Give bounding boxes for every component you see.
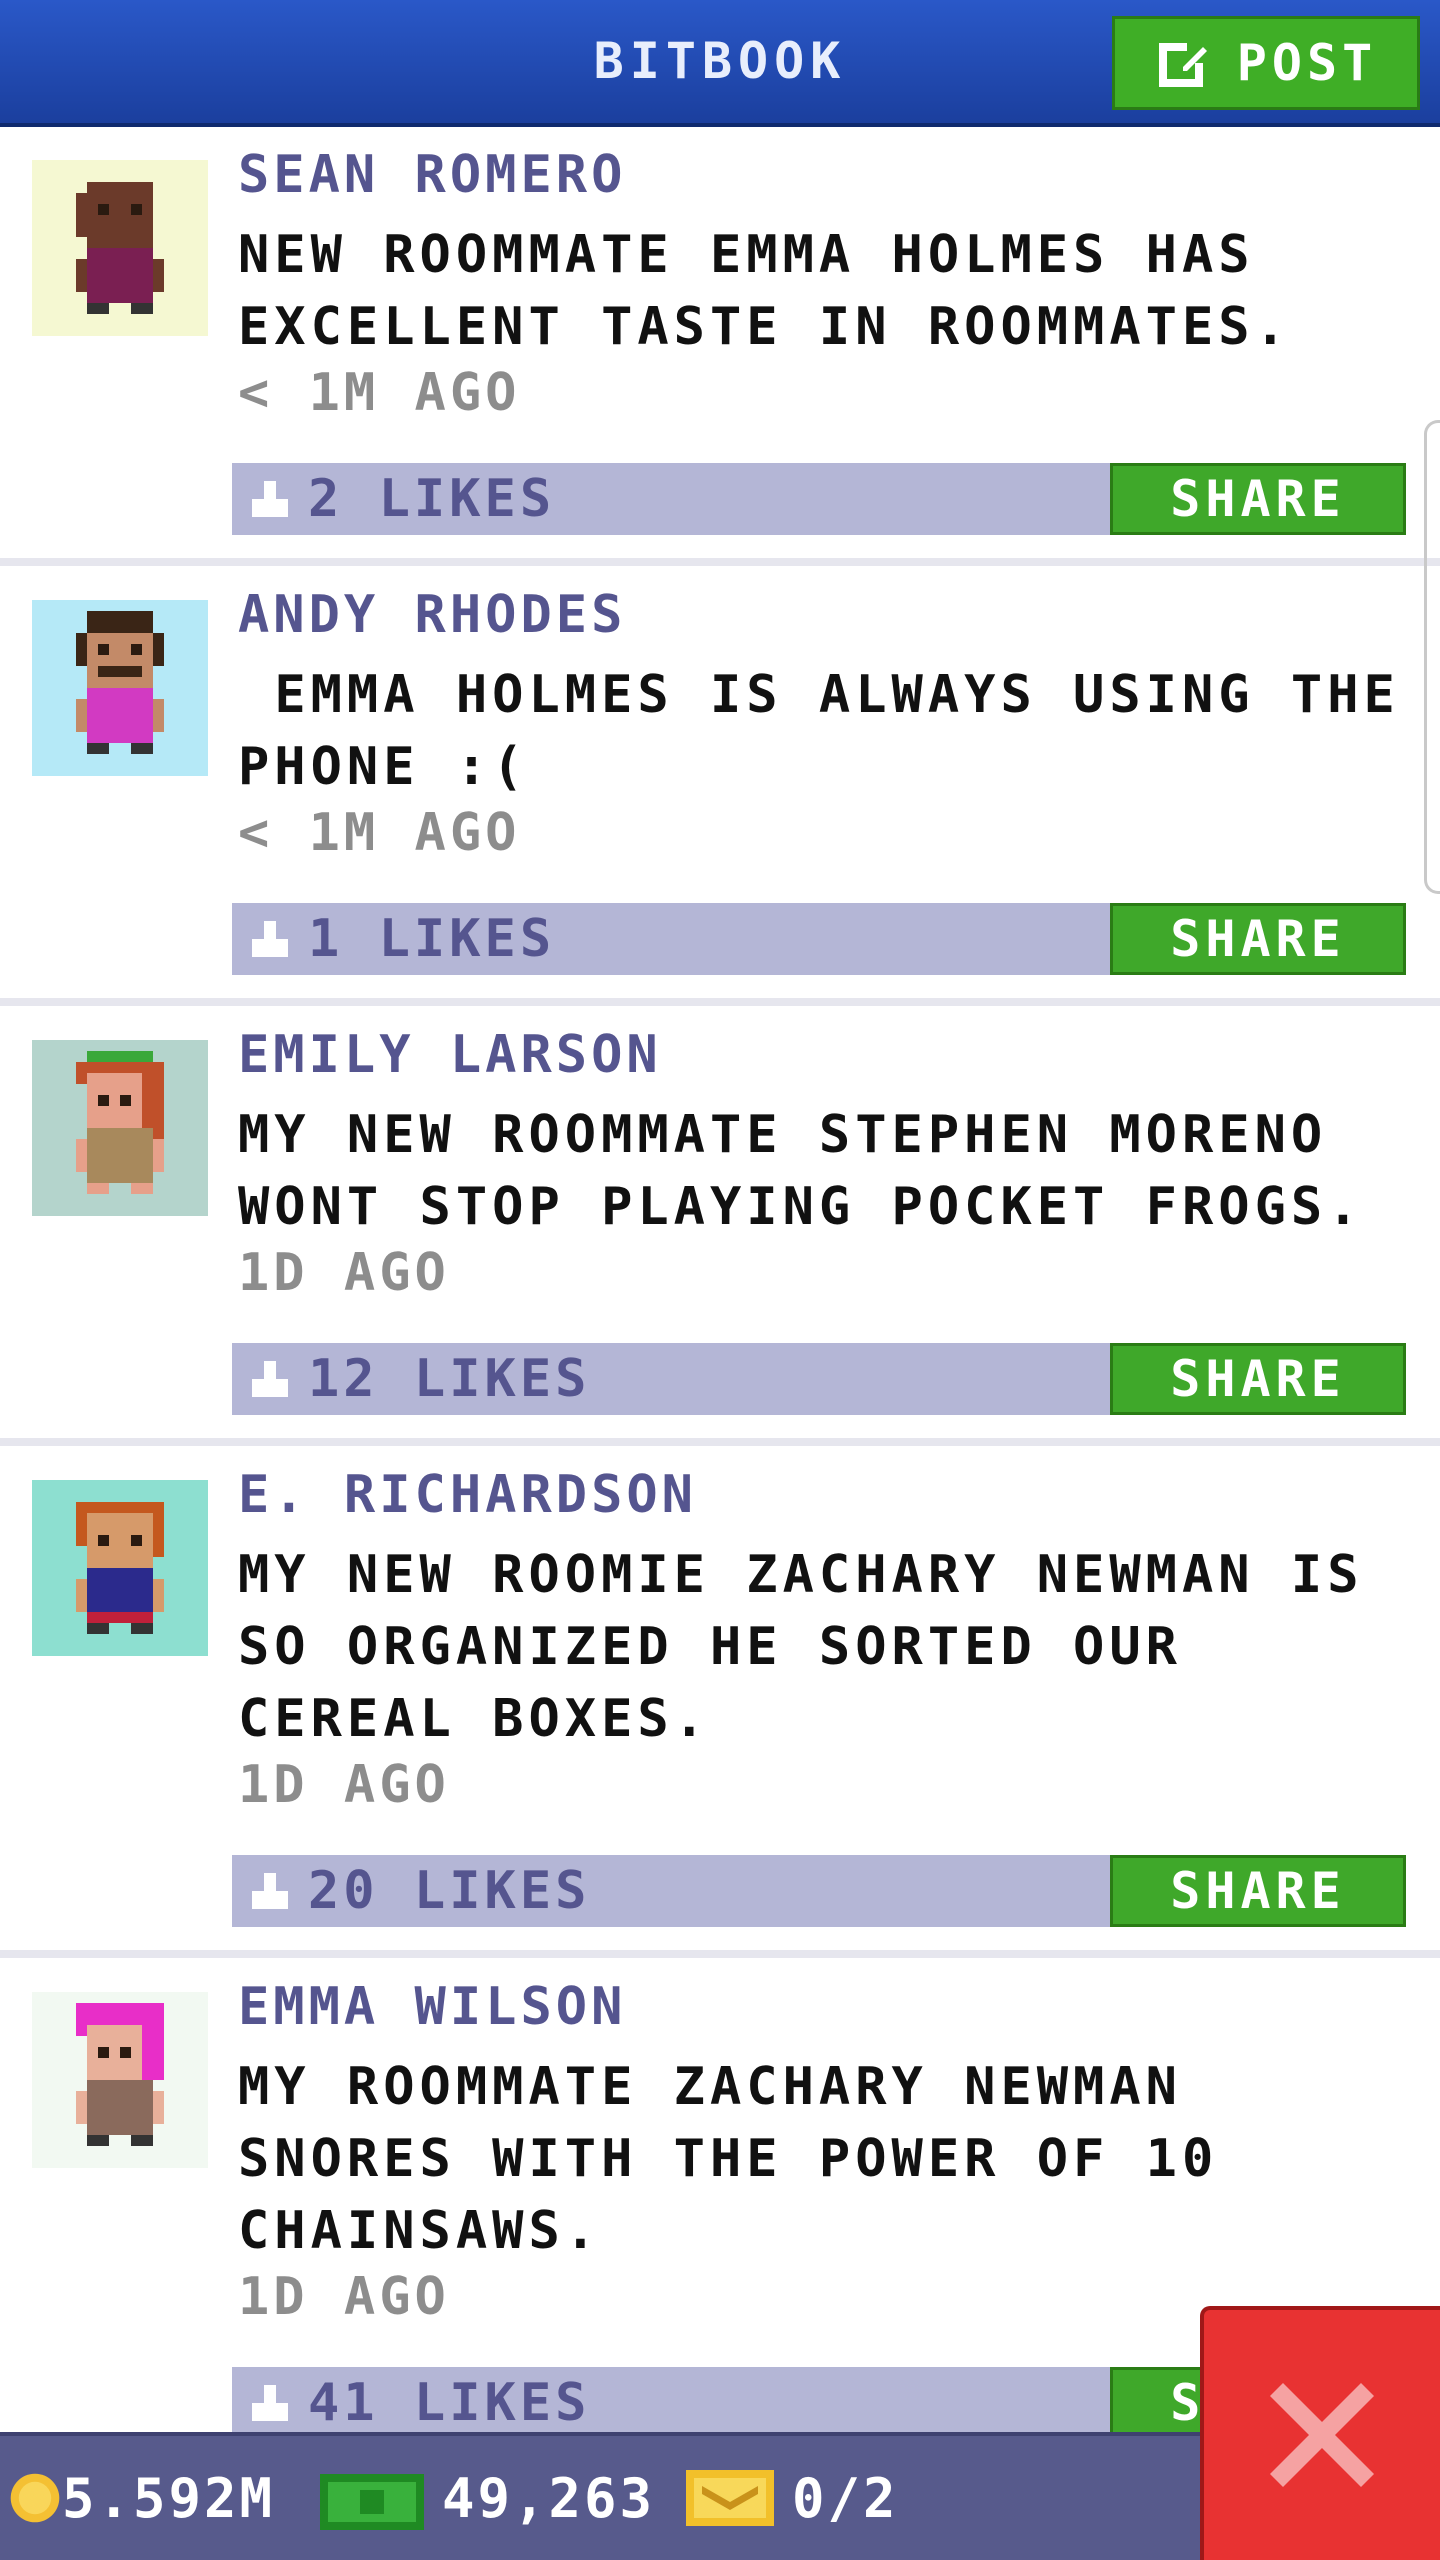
edit-icon: [1158, 43, 1207, 87]
share-button[interactable]: SHARE: [1110, 1343, 1406, 1415]
avatar-e-richardson: [32, 1480, 208, 1656]
likes-bar[interactable]: 2 LIKES SHARE: [232, 463, 1406, 535]
avatar-sean-romero: [32, 160, 208, 336]
avatar[interactable]: [32, 1040, 208, 1216]
post-author[interactable]: ANDY RHODES: [238, 585, 626, 645]
likes-count: 41 LIKES: [308, 2373, 591, 2433]
avatar[interactable]: [32, 600, 208, 776]
coins-counter: 5.592M: [8, 2436, 275, 2560]
tickets-value: 0/2: [792, 2466, 899, 2530]
thumbs-up-icon: [252, 481, 288, 517]
post-divider: [0, 558, 1440, 566]
post-author[interactable]: SEAN ROMERO: [238, 145, 626, 205]
thumbs-up-icon: [252, 921, 288, 957]
thumbs-up-icon: [252, 1361, 288, 1397]
ticket-icon: [686, 2470, 774, 2526]
post-time: < 1M AGO: [238, 363, 521, 423]
likes-bar[interactable]: 20 LIKES SHARE: [232, 1855, 1406, 1927]
post-author[interactable]: EMMA WILSON: [238, 1977, 626, 2037]
share-button[interactable]: SHARE: [1110, 1855, 1406, 1927]
header: BITBOOK POST: [0, 0, 1440, 127]
close-icon: [1270, 2383, 1374, 2487]
tickets-counter: 0/2: [686, 2436, 899, 2560]
likes-count: 20 LIKES: [308, 1861, 591, 1921]
close-button[interactable]: [1200, 2306, 1440, 2560]
post-time: 1D AGO: [238, 1243, 450, 1303]
avatar-andy-rhodes: [32, 600, 208, 776]
post-text: MY ROOMMATE ZACHARY NEWMAN SNORES WITH T…: [238, 2057, 1219, 2261]
post-text: MY NEW ROOMMATE STEPHEN MORENO WONT STOP…: [238, 1105, 1364, 1237]
post-button-label: POST: [1236, 34, 1378, 92]
post-divider: [0, 998, 1440, 1006]
likes-bar[interactable]: 12 LIKES SHARE: [232, 1343, 1406, 1415]
likes-count: 12 LIKES: [308, 1349, 591, 1409]
likes-bar[interactable]: 1 LIKES SHARE: [232, 903, 1406, 975]
post-time: 1D AGO: [238, 2267, 450, 2327]
avatar[interactable]: [32, 1480, 208, 1656]
avatar-emma-wilson: [32, 1992, 208, 2168]
thumbs-up-icon: [252, 1873, 288, 1909]
share-button[interactable]: SHARE: [1110, 463, 1406, 535]
likes-count: 1 LIKES: [308, 909, 556, 969]
post-time: < 1M AGO: [238, 803, 521, 863]
scrollbar[interactable]: [1424, 420, 1440, 894]
post-text: MY NEW ROOMIE ZACHARY NEWMAN IS SO ORGAN…: [238, 1545, 1364, 1749]
bux-icon: [320, 2474, 424, 2530]
bux-value: 49,263: [442, 2466, 656, 2530]
post-text: NEW ROOMMATE EMMA HOLMES HAS EXCELLENT T…: [238, 225, 1291, 357]
avatar[interactable]: [32, 160, 208, 336]
bux-counter: 49,263: [320, 2436, 655, 2560]
post-time: 1D AGO: [238, 1755, 450, 1815]
post-divider: [0, 1438, 1440, 1446]
likes-count: 2 LIKES: [308, 469, 556, 529]
post-button[interactable]: POST: [1112, 16, 1420, 110]
post-text: EMMA HOLMES IS ALWAYS USING THE PHONE :(: [238, 665, 1437, 797]
post-author[interactable]: EMILY LARSON: [238, 1025, 662, 1085]
coins-value: 5.592M: [62, 2466, 276, 2530]
avatar[interactable]: [32, 1992, 208, 2168]
avatar-emily-larson: [32, 1040, 208, 1216]
share-button[interactable]: SHARE: [1110, 903, 1406, 975]
post-divider: [0, 1950, 1440, 1958]
thumbs-up-icon: [252, 2385, 288, 2421]
post-author[interactable]: E. RICHARDSON: [238, 1465, 697, 1525]
coin-icon: [10, 2473, 60, 2523]
